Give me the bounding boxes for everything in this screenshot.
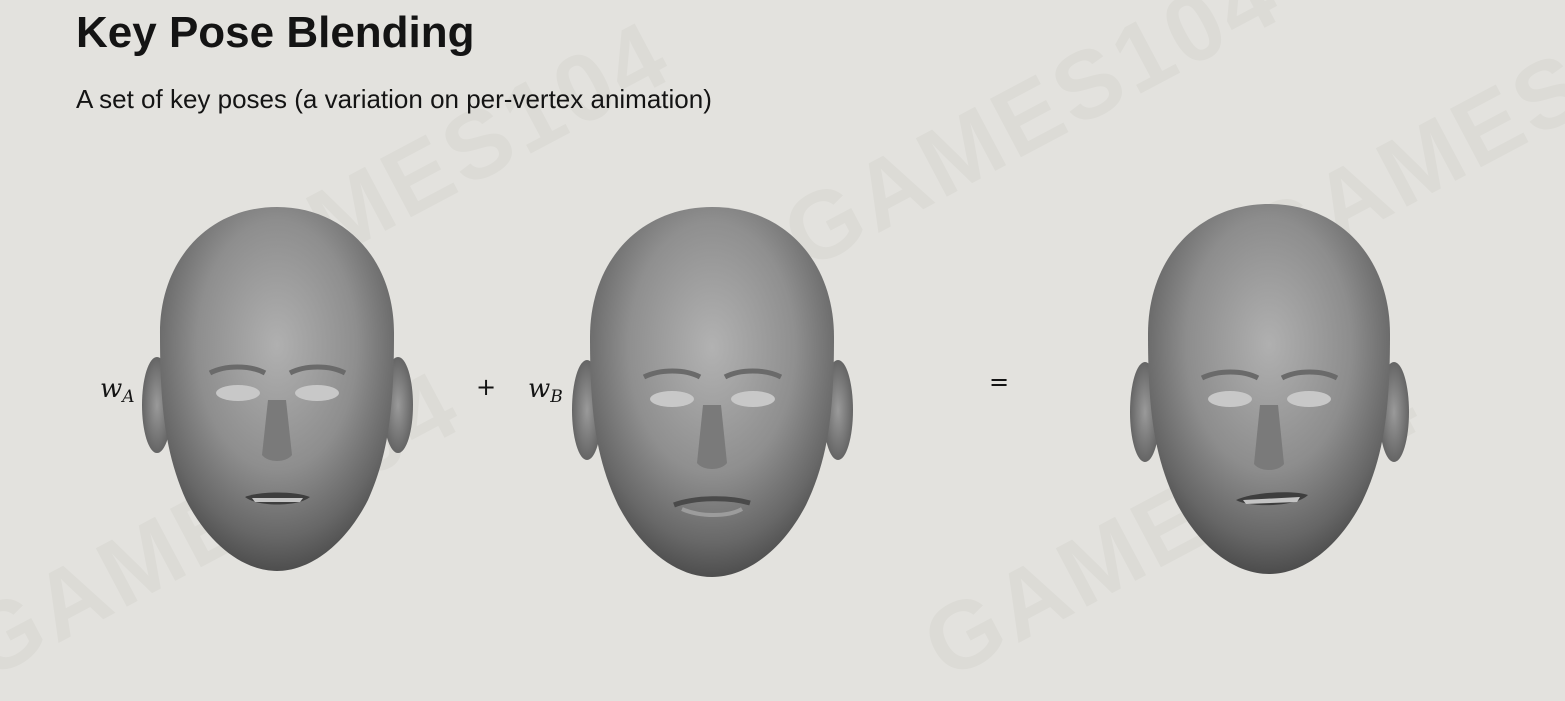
- plus-operator: +: [476, 373, 497, 401]
- right-eye: [1287, 391, 1331, 407]
- head-shape: [590, 207, 834, 577]
- weight-a-label: wA: [100, 374, 135, 407]
- weight-b-subscript: B: [550, 387, 563, 407]
- slide-subtitle: A set of key poses (a variation on per-v…: [76, 84, 712, 114]
- head-shape: [1148, 204, 1390, 574]
- weight-a-symbol: w: [100, 374, 123, 404]
- left-eye: [216, 385, 260, 401]
- face-blended-pose: [1130, 204, 1409, 574]
- left-eye: [1208, 391, 1252, 407]
- slide-title: Key Pose Blending: [76, 8, 475, 57]
- right-eye: [731, 391, 775, 407]
- left-eye: [650, 391, 694, 407]
- face-key-pose-b: [572, 207, 853, 577]
- right-eye: [295, 385, 339, 401]
- teeth: [252, 498, 303, 502]
- face-key-pose-a: [142, 207, 413, 571]
- equals-operator: =: [989, 368, 1010, 396]
- head-shape: [159, 207, 395, 571]
- weight-a-subscript: A: [122, 387, 135, 407]
- weight-b-symbol: w: [528, 374, 551, 404]
- weight-b-label: wB: [528, 374, 563, 407]
